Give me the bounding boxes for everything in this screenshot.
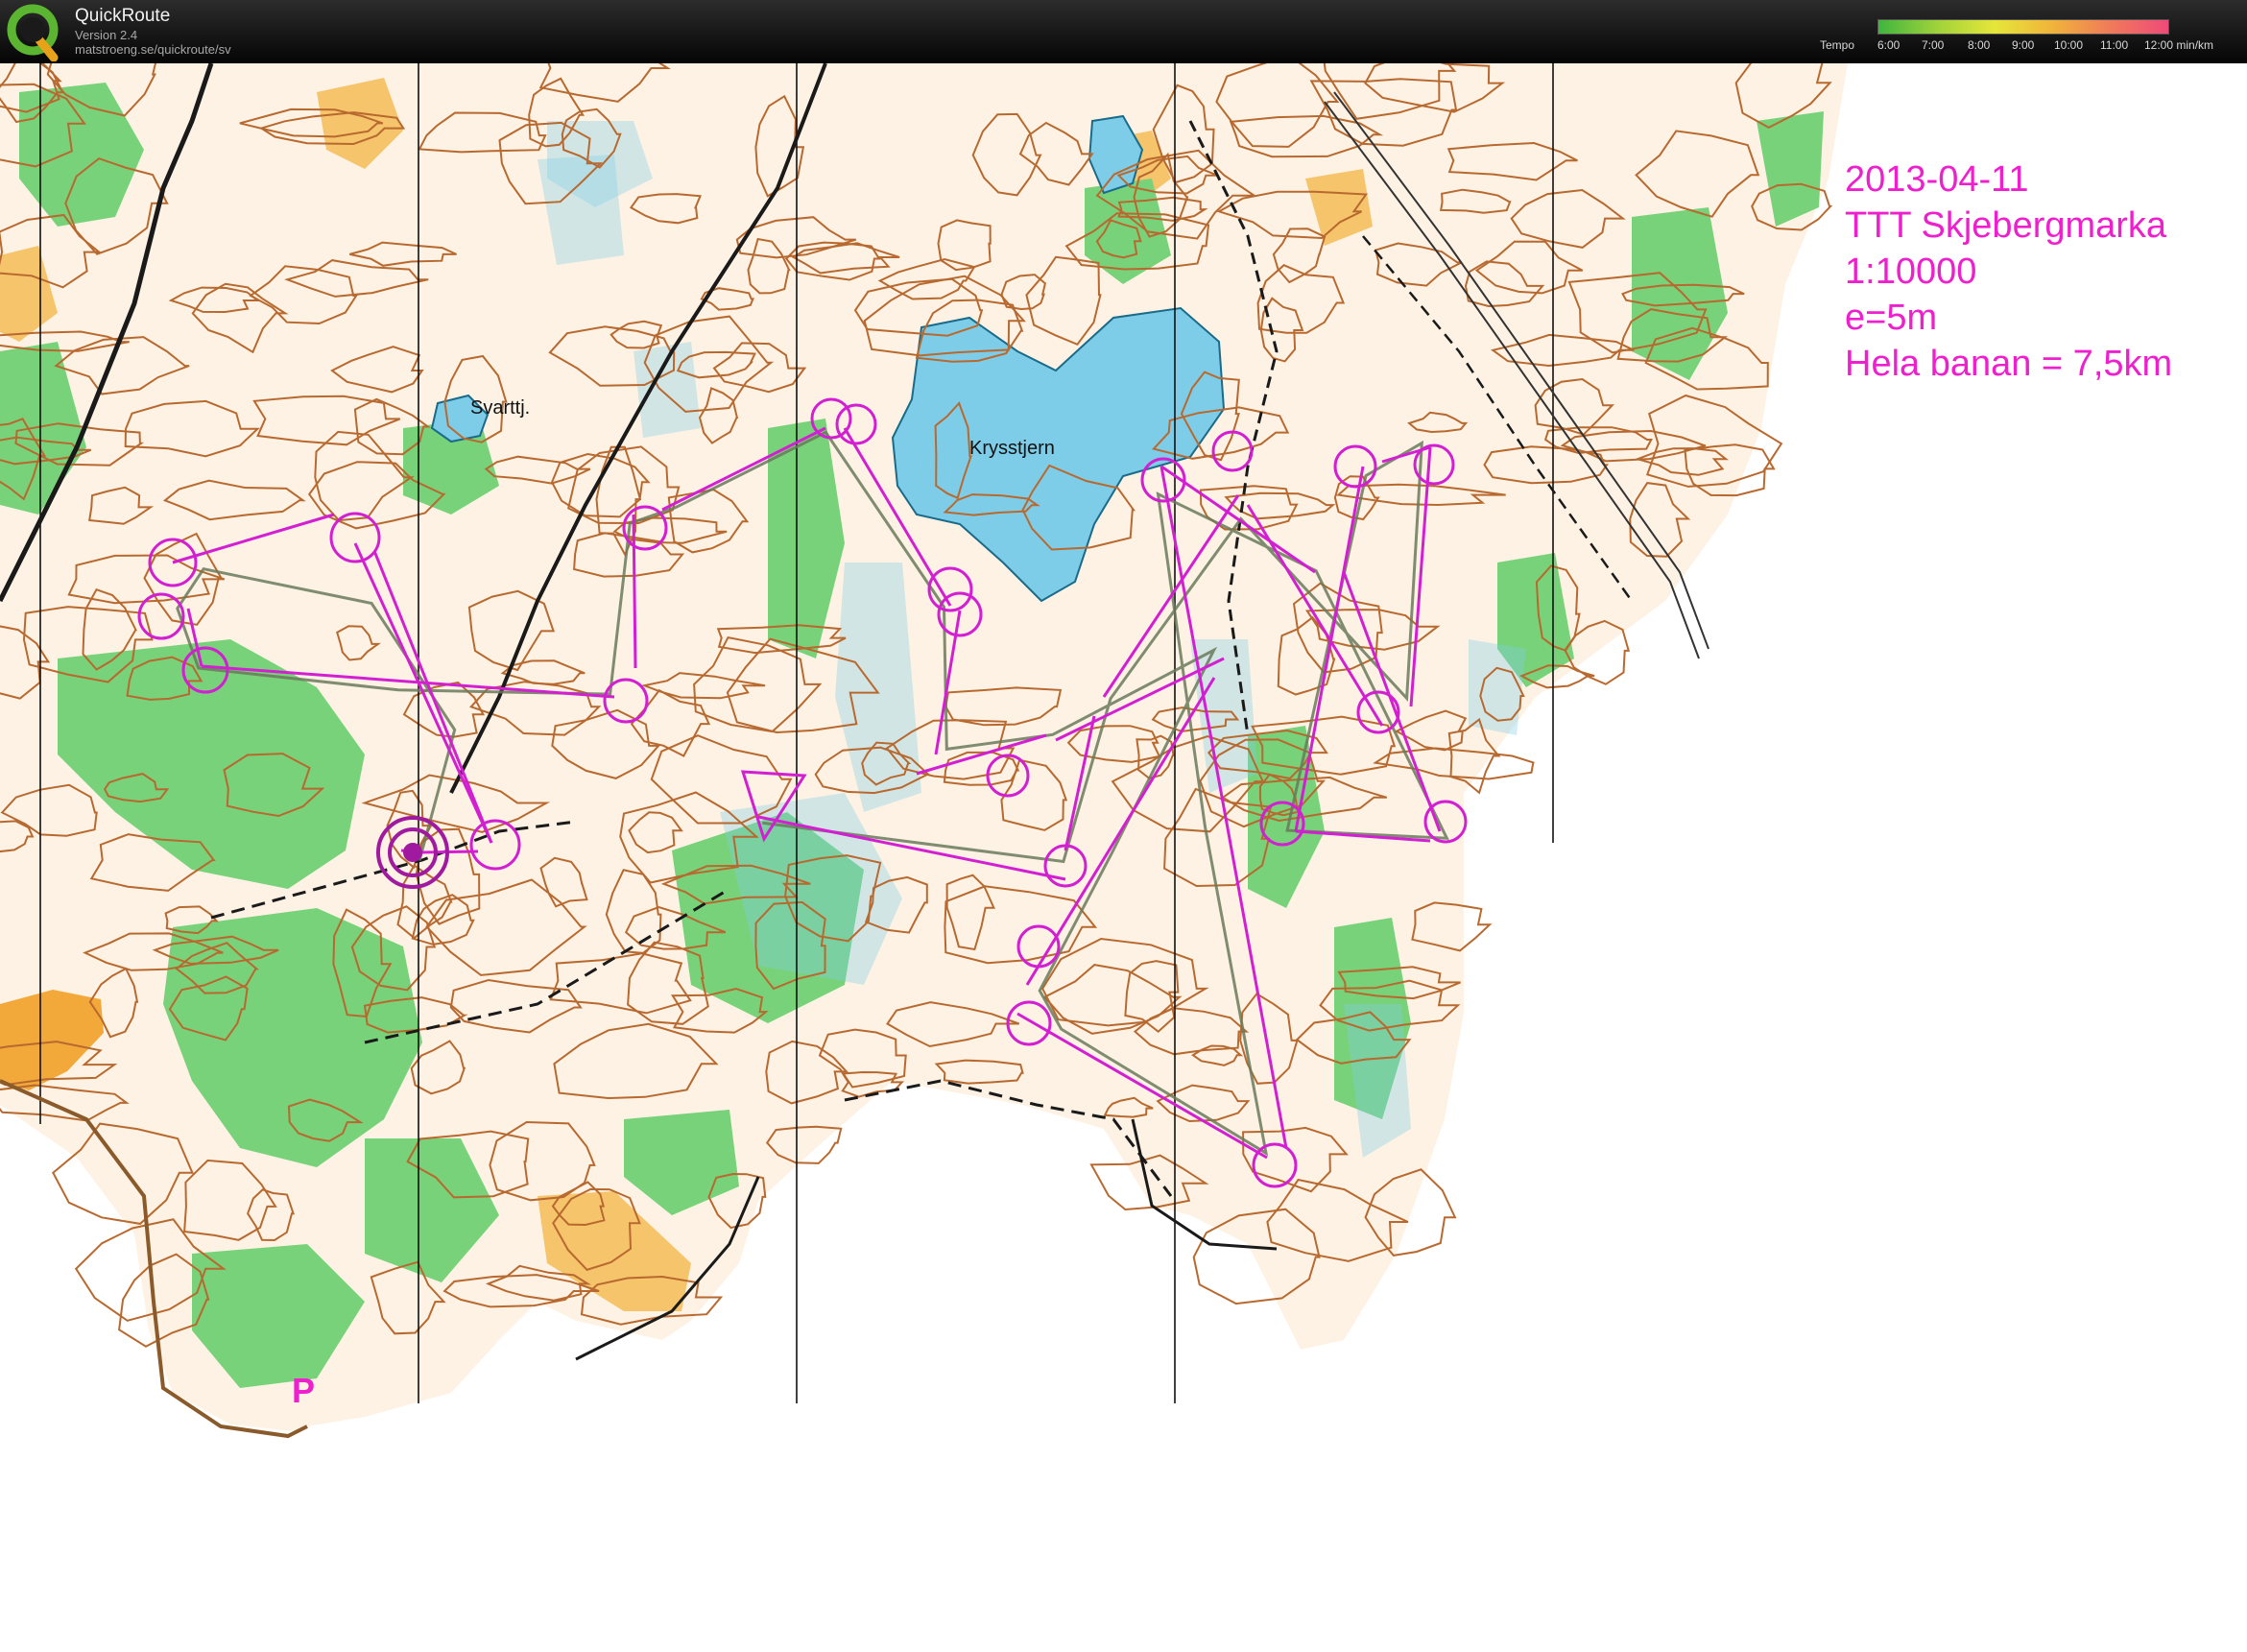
tempo-tick: 11:00 xyxy=(2100,38,2129,52)
app-name: QuickRoute xyxy=(75,6,171,26)
info-contour-interval: e=5m xyxy=(1845,298,1938,338)
info-course-length: Hela banan = 7,5km xyxy=(1845,344,2173,384)
info-date: 2013-04-11 xyxy=(1845,159,2029,200)
quickroute-logo-icon xyxy=(7,4,59,61)
app-url: matstroeng.se/quickroute/sv xyxy=(75,42,231,57)
lake-label-svarttj: Svarttj. xyxy=(470,397,531,419)
info-event: TTT Skjebergmarka xyxy=(1845,205,2167,246)
tempo-ticks: 6:00 7:00 8:00 9:00 10:00 11:00 12:00 mi… xyxy=(1877,38,2213,54)
tempo-tick: 8:00 xyxy=(1968,38,1991,52)
lake-label-krysstjern: Krysstjern xyxy=(969,438,1055,459)
tempo-tick: 10:00 xyxy=(2054,38,2084,52)
tempo-tick: 7:00 xyxy=(1922,38,1945,52)
tempo-tick: 12:00 min/km xyxy=(2144,38,2214,52)
tempo-label: Tempo xyxy=(1820,38,1855,52)
app-version: Version 2.4 xyxy=(75,28,138,42)
finish-circles xyxy=(376,816,449,889)
tempo-color-bar xyxy=(1877,19,2169,35)
parking-label: P xyxy=(292,1371,316,1410)
tempo-tick: 9:00 xyxy=(2012,38,2035,52)
info-scale: 1:10000 xyxy=(1845,251,1977,292)
tempo-tick: 6:00 xyxy=(1877,38,1900,52)
title-bar: QuickRoute Version 2.4 matstroeng.se/qui… xyxy=(0,0,2247,63)
